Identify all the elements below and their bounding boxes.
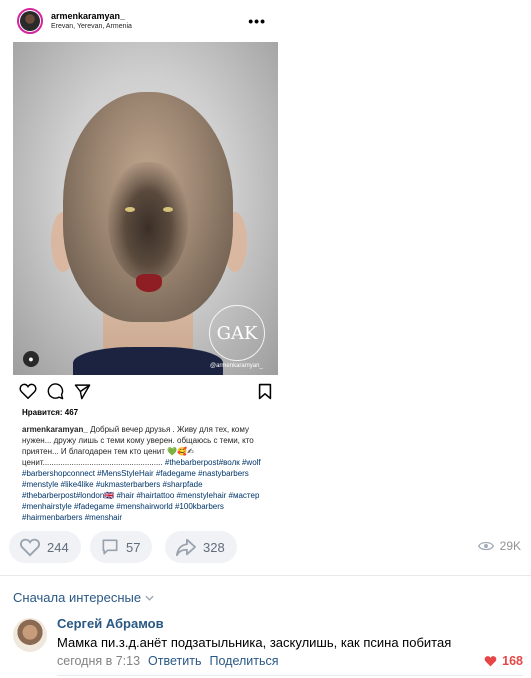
ig-post-header: armenkaramyan_ Erevan, Yerevan, Armenia … [13, 0, 278, 42]
ig-photo[interactable]: GAK @armenkaramyan_ ● [13, 42, 278, 375]
comment-divider [57, 675, 523, 676]
chevron-down-icon [145, 595, 154, 601]
comments-sort-dropdown[interactable]: Сначала интересные [13, 590, 154, 605]
instagram-embed: armenkaramyan_ Erevan, Yerevan, Armenia … [13, 0, 278, 520]
comment-icon[interactable] [47, 382, 64, 400]
vk-post-actions: 244 57 328 29K [0, 528, 531, 566]
ig-likes-count[interactable]: Нравится: 467 [13, 407, 278, 419]
comment-author[interactable]: Сергей Абрамов [57, 616, 164, 631]
comment-count: 57 [126, 539, 141, 555]
commenter-avatar[interactable] [13, 618, 47, 652]
share-count: 328 [203, 539, 225, 555]
watermark-monogram: GAK [209, 305, 265, 361]
ig-avatar[interactable] [17, 8, 43, 34]
eye-icon [477, 541, 494, 551]
sort-label: Сначала интересные [13, 590, 142, 605]
like-button[interactable]: 244 [9, 531, 81, 563]
comment-time[interactable]: сегодня в 7:13 [57, 654, 140, 668]
reply-link[interactable]: Ответить [148, 654, 201, 668]
bookmark-icon[interactable] [258, 383, 272, 400]
comment-text: Мамка пи.з.д.анёт подзатыльника, заскули… [57, 635, 452, 650]
wolf-haircut-art [108, 162, 188, 282]
comment-like-button[interactable]: 168 [484, 654, 523, 668]
wolf-eye-right [163, 207, 173, 212]
section-divider [0, 575, 531, 576]
heart-outline-icon [20, 538, 40, 557]
wolf-mouth [136, 274, 162, 292]
share-icon[interactable] [74, 383, 91, 400]
ig-username[interactable]: armenkaramyan_ [51, 11, 132, 22]
watermark-handle: @armenkaramyan_ [210, 363, 263, 369]
photo-shirt [73, 347, 223, 375]
comment-like-count: 168 [502, 654, 523, 668]
comment-bubble-icon [102, 539, 118, 555]
comment-meta: сегодня в 7:13 Ответить Поделиться [57, 654, 279, 668]
ig-caption: armenkaramyan_ Добрый вечер друзья . Жив… [13, 424, 278, 520]
ig-more-icon[interactable]: ••• [248, 13, 274, 29]
share-button[interactable]: 328 [165, 531, 237, 563]
wolf-eye-left [125, 207, 135, 212]
person-tag-icon[interactable]: ● [23, 351, 39, 367]
ig-user-block: armenkaramyan_ Erevan, Yerevan, Armenia [51, 11, 132, 31]
share-link[interactable]: Поделиться [209, 654, 278, 668]
ig-hashtags[interactable]: #thebarberpost#волк #wolf #barbershopcon… [22, 458, 261, 520]
ig-action-row [13, 375, 278, 407]
heart-filled-icon [484, 656, 497, 667]
ig-caption-user[interactable]: armenkaramyan_ [22, 425, 88, 434]
views-counter: 29K [477, 539, 521, 553]
ig-location[interactable]: Erevan, Yerevan, Armenia [51, 22, 132, 31]
share-arrow-icon [176, 538, 196, 557]
views-count: 29K [499, 539, 521, 553]
comment-item: Сергей Абрамов Мамка пи.з.д.анёт подзаты… [13, 615, 523, 676]
comment-button[interactable]: 57 [90, 531, 153, 563]
like-count: 244 [47, 539, 69, 555]
heart-icon[interactable] [19, 383, 37, 399]
